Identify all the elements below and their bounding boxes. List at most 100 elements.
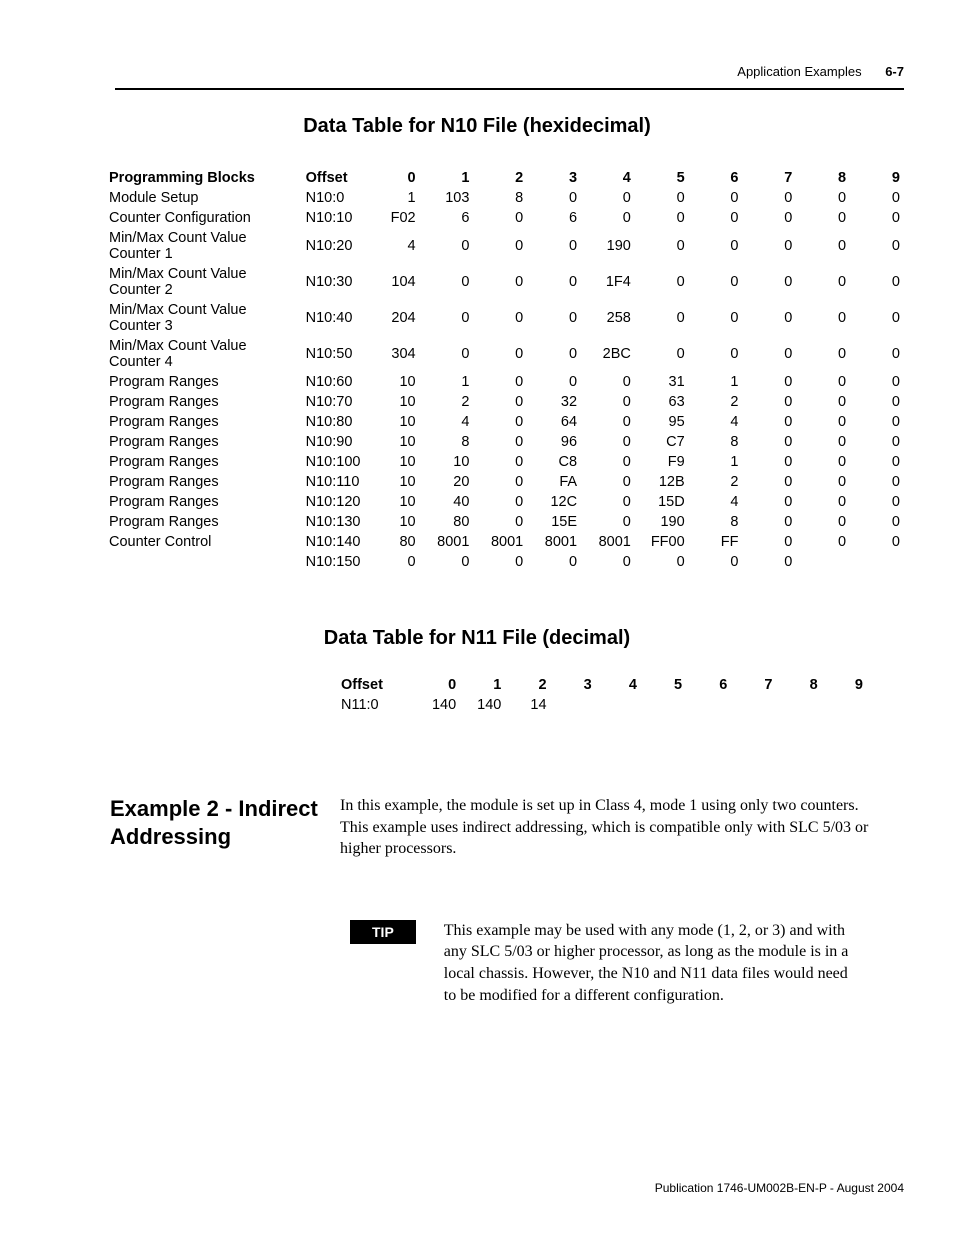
table-cell: 0 bbox=[742, 392, 796, 412]
table-cell: 190 bbox=[581, 228, 635, 264]
table-cell: 0 bbox=[850, 532, 904, 552]
table-cell: 2 bbox=[689, 472, 743, 492]
table-cell: FF00 bbox=[635, 532, 689, 552]
tip-badge: TIP bbox=[350, 920, 416, 944]
table-cell: 0 bbox=[473, 264, 527, 300]
table-cell: N10:30 bbox=[302, 264, 366, 300]
table-cell: 0 bbox=[581, 552, 635, 572]
table-cell: 6 bbox=[420, 208, 474, 228]
table2-title: Data Table for N11 File (decimal) bbox=[50, 627, 904, 650]
table-cell: 63 bbox=[635, 392, 689, 412]
table-cell: N10:20 bbox=[302, 228, 366, 264]
table2-header-cell: 7 bbox=[733, 675, 778, 695]
table-cell: Min/Max Count Value Counter 2 bbox=[105, 264, 302, 300]
table-cell: 0 bbox=[742, 472, 796, 492]
table-row: Program RangesN10:1301080015E01908000 bbox=[105, 512, 904, 532]
table-cell bbox=[796, 552, 850, 572]
table-cell: 80 bbox=[366, 532, 420, 552]
table-row: Min/Max Count Value Counter 1N10:2040001… bbox=[105, 228, 904, 264]
table-cell: 0 bbox=[796, 208, 850, 228]
table-cell: 0 bbox=[796, 188, 850, 208]
table-row: Module SetupN10:0110380000000 bbox=[105, 188, 904, 208]
table-cell: 0 bbox=[420, 552, 474, 572]
table-row: Program RangesN10:701020320632000 bbox=[105, 392, 904, 412]
table-cell: 10 bbox=[366, 452, 420, 472]
table-cell: 0 bbox=[689, 188, 743, 208]
table-cell: 0 bbox=[635, 300, 689, 336]
table-row: Program RangesN10:10010100C80F91000 bbox=[105, 452, 904, 472]
table-cell: N10:40 bbox=[302, 300, 366, 336]
table-cell: N10:110 bbox=[302, 472, 366, 492]
table-cell: 15E bbox=[527, 512, 581, 532]
table-cell: 0 bbox=[742, 552, 796, 572]
table1-header-cell: 6 bbox=[689, 168, 743, 188]
table-cell: 190 bbox=[635, 512, 689, 532]
table-cell: 0 bbox=[581, 188, 635, 208]
table2-header-cell: 5 bbox=[643, 675, 688, 695]
table-cell: 0 bbox=[850, 452, 904, 472]
table-cell: 304 bbox=[366, 336, 420, 372]
table2-header-row: Offset0123456789 bbox=[335, 675, 869, 695]
table-row: Program RangesN10:1201040012C015D4000 bbox=[105, 492, 904, 512]
table-cell: Program Ranges bbox=[105, 472, 302, 492]
table-cell: 0 bbox=[850, 492, 904, 512]
table-cell bbox=[779, 695, 824, 715]
table-cell: N10:0 bbox=[302, 188, 366, 208]
table-cell: 0 bbox=[796, 392, 850, 412]
table1-header-cell: Programming Blocks bbox=[105, 168, 302, 188]
table-cell: 0 bbox=[527, 336, 581, 372]
table-cell: 0 bbox=[850, 432, 904, 452]
table1-header-cell: 9 bbox=[850, 168, 904, 188]
table2-header-cell: 2 bbox=[507, 675, 552, 695]
table-cell: 1 bbox=[689, 372, 743, 392]
table-row: Min/Max Count Value Counter 2N10:3010400… bbox=[105, 264, 904, 300]
table1-header-cell: 0 bbox=[366, 168, 420, 188]
table-cell: Program Ranges bbox=[105, 432, 302, 452]
table-cell: N10:10 bbox=[302, 208, 366, 228]
table-cell: 0 bbox=[850, 188, 904, 208]
table-cell: N10:90 bbox=[302, 432, 366, 452]
table-cell: 0 bbox=[796, 300, 850, 336]
table-cell: Min/Max Count Value Counter 1 bbox=[105, 228, 302, 264]
table-cell: N10:80 bbox=[302, 412, 366, 432]
table-cell: 2BC bbox=[581, 336, 635, 372]
table-cell: 0 bbox=[473, 300, 527, 336]
table-cell: Counter Configuration bbox=[105, 208, 302, 228]
table-cell: 8 bbox=[689, 512, 743, 532]
table-cell: 0 bbox=[473, 228, 527, 264]
table-cell: 0 bbox=[850, 372, 904, 392]
table-cell: 0 bbox=[742, 208, 796, 228]
table-cell: 8 bbox=[473, 188, 527, 208]
table-cell: 95 bbox=[635, 412, 689, 432]
table1-header-cell: 8 bbox=[796, 168, 850, 188]
table-cell: 96 bbox=[527, 432, 581, 452]
table-cell: Program Ranges bbox=[105, 412, 302, 432]
table-cell: 0 bbox=[689, 208, 743, 228]
table-row: Program RangesN10:901080960C78000 bbox=[105, 432, 904, 452]
table-cell: 40 bbox=[420, 492, 474, 512]
table-cell: 2 bbox=[420, 392, 474, 412]
header-section: Application Examples bbox=[737, 64, 861, 79]
table-cell: Module Setup bbox=[105, 188, 302, 208]
table-cell: 0 bbox=[850, 412, 904, 432]
table-cell: 103 bbox=[420, 188, 474, 208]
table-cell: 204 bbox=[366, 300, 420, 336]
table-cell: 0 bbox=[581, 492, 635, 512]
page: Application Examples 6-7 Data Table for … bbox=[0, 0, 954, 1235]
table-cell: 0 bbox=[527, 372, 581, 392]
table-cell: 80 bbox=[420, 512, 474, 532]
table-cell: 1 bbox=[689, 452, 743, 472]
table-cell: 104 bbox=[366, 264, 420, 300]
table1-header-cell: 5 bbox=[635, 168, 689, 188]
data-table-n10: Programming BlocksOffset0123456789 Modul… bbox=[105, 168, 904, 572]
table-cell: 0 bbox=[850, 512, 904, 532]
table-cell: 0 bbox=[635, 208, 689, 228]
table-cell: Min/Max Count Value Counter 4 bbox=[105, 336, 302, 372]
table-cell: 0 bbox=[581, 372, 635, 392]
table-cell bbox=[553, 695, 598, 715]
table2-data-row: N11:014014014 bbox=[335, 695, 869, 715]
table-row: Program RangesN10:801040640954000 bbox=[105, 412, 904, 432]
table-cell: 140 bbox=[417, 695, 462, 715]
table1-wrap: Programming BlocksOffset0123456789 Modul… bbox=[105, 168, 904, 572]
table-cell: 0 bbox=[420, 228, 474, 264]
